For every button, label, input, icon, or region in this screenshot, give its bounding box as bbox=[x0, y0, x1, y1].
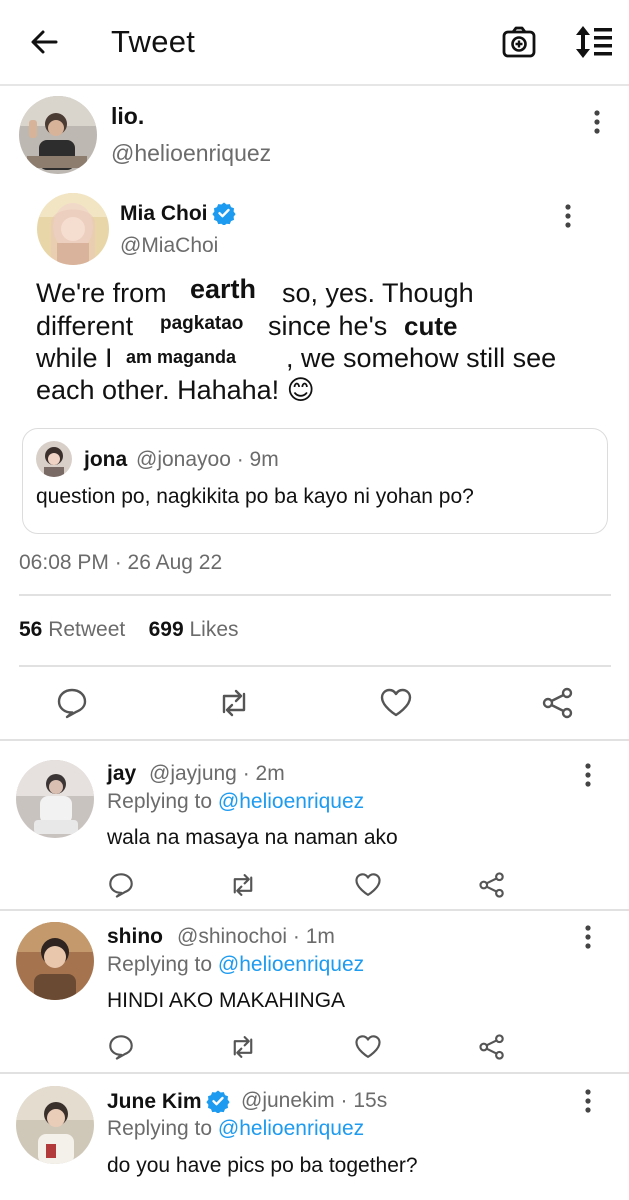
share-icon[interactable] bbox=[478, 1033, 506, 1061]
verified-badge-icon bbox=[211, 202, 236, 225]
retweet-icon[interactable] bbox=[229, 871, 257, 899]
reply-icon[interactable] bbox=[55, 686, 89, 720]
share-icon[interactable] bbox=[541, 686, 575, 720]
avatar-mia-choi[interactable] bbox=[37, 193, 109, 265]
avatar-lio[interactable] bbox=[19, 96, 97, 174]
reply-author-name-text: June Kim bbox=[107, 1090, 202, 1113]
avatar-jay[interactable] bbox=[16, 760, 94, 838]
verified-badge-icon bbox=[205, 1090, 230, 1113]
quoted-author-name-text: Mia Choi bbox=[120, 202, 208, 225]
tweet-text-line-2a: different bbox=[36, 311, 134, 341]
reply-text: wala na masaya na naman ako bbox=[107, 826, 398, 849]
separator bbox=[0, 739, 629, 741]
author-handle[interactable]: @helioenriquez bbox=[111, 140, 271, 167]
reply-icon[interactable] bbox=[107, 871, 135, 899]
replying-to-prefix: Replying to bbox=[107, 953, 213, 976]
sticker-earth: earth bbox=[190, 274, 257, 305]
reply-meta: @jayjung · 2m bbox=[149, 762, 285, 785]
separator bbox=[0, 909, 629, 911]
more-vertical-icon[interactable] bbox=[578, 1087, 598, 1115]
reply-text: do you have pics po ba together? bbox=[107, 1154, 418, 1177]
camera-add-icon[interactable] bbox=[501, 24, 537, 60]
tweet-text-line-4: each other. Hahaha! 😊 bbox=[36, 375, 315, 405]
more-vertical-icon[interactable] bbox=[578, 923, 598, 951]
retweet-icon[interactable] bbox=[229, 1033, 257, 1061]
tweet-stats: 56 Retweet 699 Likes bbox=[19, 618, 239, 642]
like-icon[interactable] bbox=[379, 686, 413, 720]
tweet-text-line-1b: so, yes. Though bbox=[282, 278, 474, 308]
likes-label[interactable]: Likes bbox=[189, 618, 238, 641]
tweet-text-line-1a: We're from bbox=[36, 278, 167, 308]
more-vertical-icon[interactable] bbox=[578, 761, 598, 789]
sort-icon[interactable] bbox=[574, 24, 614, 60]
sticker-pagkatao: pagkatao bbox=[160, 313, 244, 335]
more-vertical-icon[interactable] bbox=[558, 202, 578, 230]
tweet-text-line-2b: since he's bbox=[268, 311, 388, 341]
inner-quote-card[interactable] bbox=[22, 428, 608, 534]
reply-author-name[interactable]: June Kim bbox=[107, 1089, 230, 1114]
separator bbox=[0, 1072, 629, 1074]
replying-to-prefix: Replying to bbox=[107, 790, 213, 813]
divider bbox=[19, 594, 611, 596]
share-icon[interactable] bbox=[478, 871, 506, 899]
replying-to-prefix: Replying to bbox=[107, 1117, 213, 1140]
tweet-text-line-3a: while I bbox=[36, 343, 113, 373]
page-title: Tweet bbox=[111, 24, 196, 59]
retweet-label[interactable]: Retweet bbox=[48, 618, 125, 641]
divider bbox=[19, 665, 611, 667]
reply-icon[interactable] bbox=[107, 1033, 135, 1061]
reply-text: HINDI AKO MAKAHINGA bbox=[107, 989, 346, 1012]
sticker-am-maganda: am maganda bbox=[126, 347, 237, 368]
quoted-author-name[interactable]: Mia Choi bbox=[120, 201, 236, 226]
avatar-shino[interactable] bbox=[16, 922, 94, 1000]
like-icon[interactable] bbox=[354, 1033, 382, 1061]
inner-quote-name[interactable]: jona bbox=[84, 448, 127, 472]
reply-author-name[interactable]: shino bbox=[107, 925, 163, 949]
tweet-text-line-3b: , we somehow still see bbox=[286, 343, 557, 373]
replying-to: Replying to @helioenriquez bbox=[107, 1117, 364, 1141]
likes-count[interactable]: 699 bbox=[149, 618, 184, 641]
reply-meta: @shinochoi · 1m bbox=[177, 925, 335, 948]
avatar-june-kim[interactable] bbox=[16, 1086, 94, 1164]
author-name[interactable]: lio. bbox=[111, 103, 144, 130]
avatar-jona[interactable] bbox=[36, 441, 72, 477]
reply-meta: @junekim · 15s bbox=[241, 1089, 388, 1112]
like-icon[interactable] bbox=[354, 871, 382, 899]
tweet-timestamp: 06:08 PM · 26 Aug 22 bbox=[19, 551, 223, 574]
replying-to: Replying to @helioenriquez bbox=[107, 953, 364, 977]
replying-to-mention[interactable]: @helioenriquez bbox=[218, 953, 364, 976]
inner-quote-meta: @jonayoo · 9m bbox=[136, 448, 279, 471]
retweet-icon[interactable] bbox=[217, 686, 251, 720]
more-vertical-icon[interactable] bbox=[587, 108, 607, 136]
retweet-count[interactable]: 56 bbox=[19, 618, 42, 641]
back-arrow-icon[interactable] bbox=[28, 26, 60, 58]
replying-to: Replying to @helioenriquez bbox=[107, 790, 364, 814]
inner-quote-text: question po, nagkikita po ba kayo ni yoh… bbox=[36, 485, 474, 508]
replying-to-mention[interactable]: @helioenriquez bbox=[218, 1117, 364, 1140]
quoted-author-handle[interactable]: @MiaChoi bbox=[120, 234, 218, 258]
sticker-cute: cute bbox=[404, 311, 458, 342]
top-bar: Tweet bbox=[0, 0, 629, 86]
replying-to-mention[interactable]: @helioenriquez bbox=[218, 790, 364, 813]
reply-author-name[interactable]: jay bbox=[107, 762, 136, 786]
